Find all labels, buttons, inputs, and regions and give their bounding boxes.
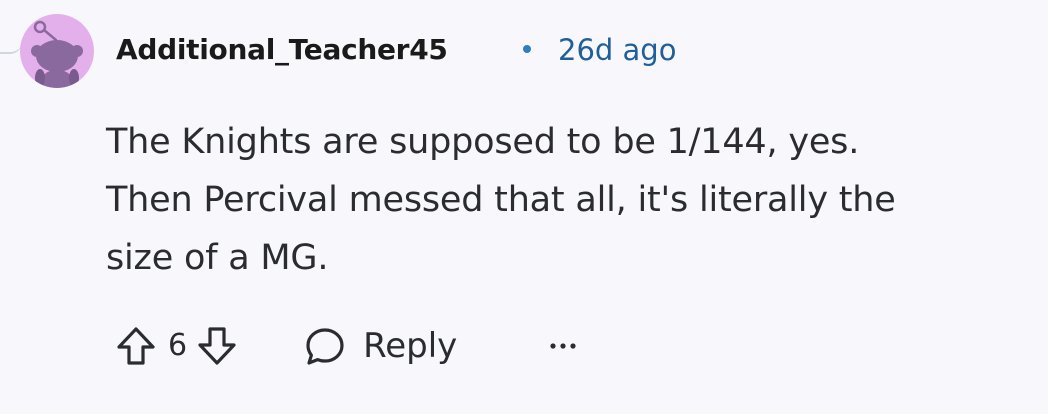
vote-score: 6 bbox=[168, 328, 188, 363]
more-options-button[interactable] bbox=[543, 326, 583, 366]
upvote-arrow-icon bbox=[117, 327, 155, 365]
comment-body: The Knights are supposed to be 1/144, ye… bbox=[106, 113, 1006, 287]
comment-timestamp[interactable]: 26d ago bbox=[558, 32, 676, 68]
comment-action-bar: 6 Reply bbox=[112, 318, 583, 374]
comment-body-line: The Knights are supposed to be 1/144, ye… bbox=[106, 122, 860, 162]
ellipsis-icon bbox=[550, 343, 576, 349]
comment-body-line: Then Percival messed that all, it's lite… bbox=[106, 180, 896, 220]
speech-bubble-icon bbox=[306, 328, 344, 365]
comment-author[interactable]: Additional_Teacher45 bbox=[116, 32, 448, 68]
reply-label: Reply bbox=[363, 326, 458, 366]
comment-body-line: size of a MG. bbox=[106, 238, 329, 278]
upvote-button[interactable] bbox=[112, 322, 160, 370]
meta-separator-dot bbox=[523, 45, 531, 53]
downvote-arrow-icon bbox=[198, 327, 236, 365]
reply-button[interactable]: Reply bbox=[303, 324, 457, 368]
downvote-button[interactable] bbox=[193, 322, 241, 370]
snoo-avatar-icon bbox=[31, 20, 83, 88]
user-avatar[interactable] bbox=[20, 14, 94, 88]
thread-connector-line bbox=[0, 38, 22, 54]
